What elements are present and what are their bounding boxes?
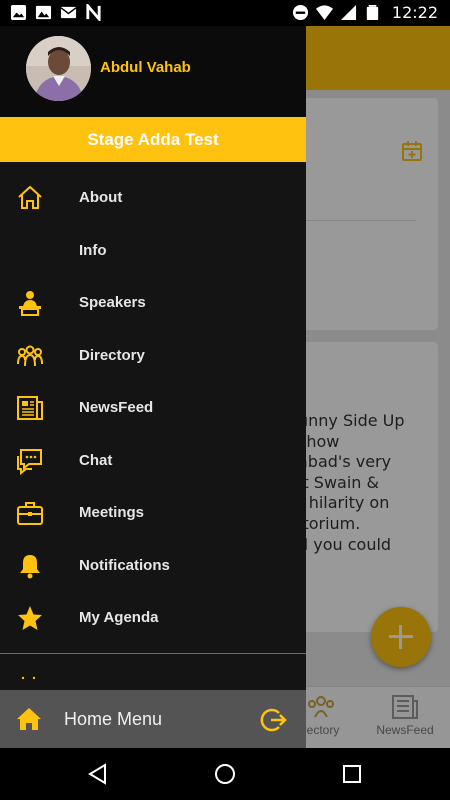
back-icon[interactable] — [86, 762, 110, 786]
screen: 12:22 unny Side Up show abad's very it S… — [0, 0, 450, 800]
system-nav-bar — [0, 748, 450, 800]
recents-icon[interactable] — [340, 762, 364, 786]
status-time: 12:22 — [391, 3, 438, 22]
menu-item-meetings-label: Meetings — [79, 504, 145, 521]
drawer-menu: About Info Speakers Directory NewsFeed C… — [0, 172, 306, 645]
menu-item-info-label: Info — [79, 241, 107, 259]
menu-item-info[interactable]: Info — [0, 225, 306, 278]
home-circle-icon[interactable] — [213, 762, 237, 786]
menu-item-notifications[interactable]: Notifications — [0, 540, 306, 593]
wifi-icon — [315, 5, 333, 21]
menu-item-newsfeed-label: NewsFeed — [79, 399, 154, 416]
home-icon — [17, 708, 41, 730]
bell-icon — [20, 554, 40, 578]
avatar[interactable] — [26, 36, 91, 101]
photo-icon — [10, 4, 27, 21]
home-outline-icon — [18, 185, 42, 209]
star-icon — [18, 606, 42, 630]
menu-item-chat-label: Chat — [79, 451, 113, 469]
event-title-bar[interactable]: Stage Adda Test — [0, 117, 306, 162]
menu-item-directory-label: Directory — [79, 346, 145, 364]
menu-item-meetings[interactable]: Meetings — [0, 487, 306, 540]
menu-item-newsfeed[interactable]: NewsFeed — [0, 382, 306, 435]
n-app-icon — [86, 4, 101, 21]
menu-item-speakers[interactable]: Speakers — [0, 277, 306, 330]
image-icon — [35, 5, 52, 20]
home-menu-label: Home Menu — [64, 709, 163, 729]
newspaper-icon — [17, 396, 43, 420]
menu-item-chat[interactable]: Chat — [0, 435, 306, 488]
menu-item-speakers-label: Speakers — [79, 294, 146, 311]
user-name: Abdul Vahab — [100, 59, 191, 76]
menu-item-my-agenda-label: My Agenda — [79, 609, 159, 626]
people-group-icon — [17, 345, 43, 366]
dnd-icon — [292, 4, 308, 21]
home-menu-bar[interactable]: Home Menu — [0, 690, 306, 748]
avatar-photo — [26, 36, 91, 101]
profile-header[interactable]: Abdul Vahab — [0, 26, 306, 117]
navigation-drawer: Abdul Vahab Stage Adda Test About Info S… — [0, 26, 306, 748]
status-bar: 12:22 — [0, 0, 450, 26]
menu-item-directory[interactable]: Directory — [0, 330, 306, 383]
menu-item-notifications-label: Notifications — [79, 556, 170, 574]
briefcase-icon — [17, 502, 43, 525]
speaker-podium-icon — [19, 291, 41, 316]
menu-item-my-agenda[interactable]: My Agenda — [0, 592, 306, 645]
more-items-indicator — [21, 676, 36, 680]
logout-icon[interactable] — [259, 706, 287, 734]
menu-item-about[interactable]: About — [0, 172, 306, 225]
menu-item-about-label: About — [79, 189, 123, 206]
signal-icon — [340, 4, 356, 21]
chat-bubbles-icon — [17, 448, 42, 475]
mail-icon — [60, 6, 77, 19]
battery-icon — [366, 4, 379, 21]
menu-divider — [0, 653, 306, 654]
